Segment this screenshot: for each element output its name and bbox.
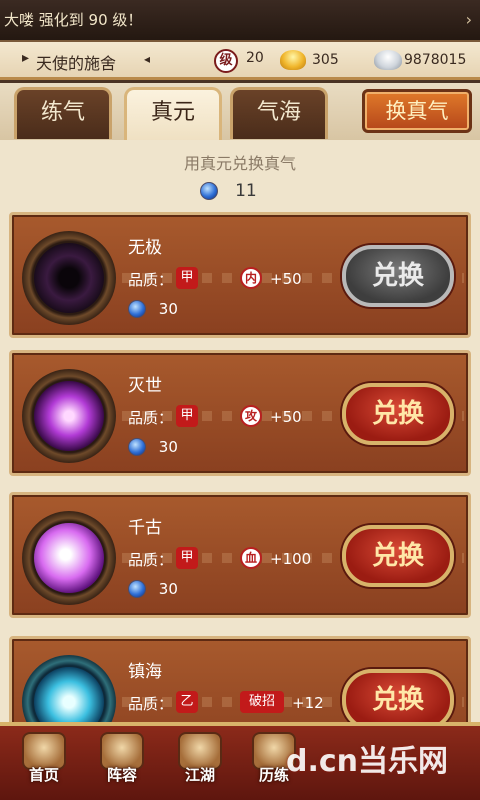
grade-badge: 甲: [176, 547, 198, 569]
item-name: 千古: [128, 518, 162, 538]
quality-label: 品质：: [128, 271, 174, 289]
item-name: 无极: [128, 238, 162, 258]
exchange-panel: 用真元兑换真气 11 无极 品质： 甲 内 +50 30 兑换 灭世 品质： 甲…: [0, 140, 480, 722]
tab-bar: 练气 真元 气海 换真气: [0, 83, 480, 141]
hp-stat-icon: 血: [240, 547, 262, 569]
attack-stat-icon: 攻: [240, 405, 262, 427]
nav-jianghu[interactable]: 江湖: [164, 732, 236, 800]
pink-glow-orb-icon: [34, 523, 104, 593]
break-move-tag: 破招: [240, 691, 284, 713]
zhenyuan-orb-icon: [128, 579, 146, 598]
grade-badge: 乙: [176, 691, 198, 713]
stat-value: +12: [292, 694, 324, 712]
nav-home[interactable]: 首页: [8, 732, 80, 800]
item-cost: 30: [128, 579, 178, 598]
quality-label: 品质：: [128, 551, 174, 569]
zhenyuan-count: 11: [235, 180, 257, 201]
item-name: 镇海: [128, 662, 162, 682]
dark-orb-icon: [34, 243, 104, 313]
silver-amount: 9878015: [404, 52, 467, 68]
level-badge-icon: 级: [214, 49, 238, 73]
silver-ingot-icon: [374, 50, 402, 70]
purple-ring-orb-icon: [34, 381, 104, 451]
zhenyuan-orb-icon: [200, 181, 218, 200]
item-card-zhenhai: 镇海 品质： 乙 破招 +12 兑换: [9, 636, 471, 722]
cost-value: 30: [158, 437, 178, 456]
announcement-ticker: 大喽 强化到 90 级！ ›: [0, 0, 480, 42]
redeem-button[interactable]: 兑换: [342, 669, 454, 722]
grade-badge: 甲: [176, 405, 198, 427]
cost-value: 30: [158, 299, 178, 318]
watermark-logo: d.cn当乐网: [286, 744, 449, 779]
tab-qihai[interactable]: 气海: [230, 87, 328, 139]
gold-ingot-icon: [280, 50, 306, 70]
nav-label: 阵容: [106, 766, 137, 784]
zhenyuan-balance: 11: [200, 180, 257, 201]
cost-value: 30: [158, 579, 178, 598]
tab-zhenyuan[interactable]: 真元: [124, 87, 222, 141]
grade-badge: 甲: [176, 267, 198, 289]
zhenyuan-orb-icon: [128, 437, 146, 456]
ticker-text: 大喽 强化到 90 级！: [4, 11, 143, 29]
tab-lianqi[interactable]: 练气: [14, 87, 112, 139]
nav-label: 江湖: [184, 766, 215, 784]
item-cost: 30: [128, 299, 178, 318]
exchange-qi-button[interactable]: 换真气: [362, 89, 472, 133]
name-right-arrow-icon: ◂: [144, 52, 151, 66]
redeem-button[interactable]: 兑换: [342, 383, 454, 445]
redeem-button-disabled[interactable]: 兑换: [342, 245, 454, 307]
quality-label: 品质：: [128, 409, 174, 427]
item-cost: 30: [128, 437, 178, 456]
nav-label: 首页: [28, 766, 59, 784]
ticker-arrow-icon[interactable]: ›: [466, 0, 472, 40]
item-name: 灭世: [128, 376, 162, 396]
item-card-qiangu: 千古 品质： 甲 血 +100 30 兑换: [9, 492, 471, 618]
name-left-arrow-icon: ▸: [22, 50, 30, 66]
item-card-mieshi: 灭世 品质： 甲 攻 +50 30 兑换: [9, 350, 471, 476]
player-status-bar: ▸ 天使的施舍 ◂ 级 20 305 9878015: [0, 42, 480, 80]
gold-amount: 305: [312, 52, 339, 68]
inner-stat-icon: 内: [240, 267, 262, 289]
player-level: 20: [246, 50, 264, 66]
player-name[interactable]: 天使的施舍: [36, 50, 116, 74]
exchange-hint: 用真元兑换真气: [183, 154, 296, 173]
stat-value: +50: [270, 270, 302, 288]
zhenyuan-orb-icon: [128, 299, 146, 318]
stat-value: +100: [270, 550, 312, 568]
stat-value: +50: [270, 408, 302, 426]
item-card-wuji: 无极 品质： 甲 内 +50 30 兑换: [9, 212, 471, 338]
redeem-button[interactable]: 兑换: [342, 525, 454, 587]
nav-team[interactable]: 阵容: [86, 732, 158, 800]
quality-label: 品质：: [128, 695, 174, 713]
